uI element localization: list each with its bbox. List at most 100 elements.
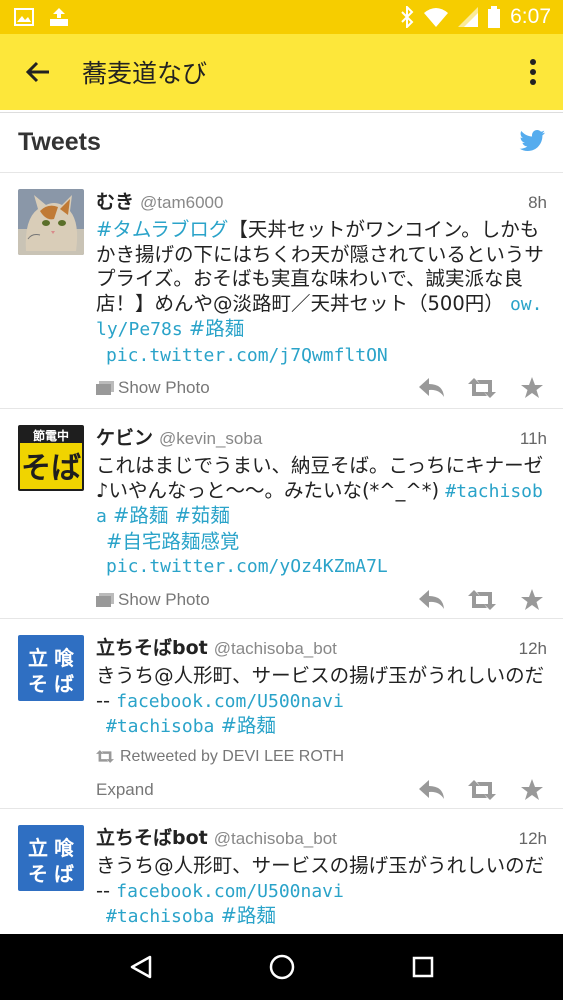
tweet-text: きうち@人形町、サービスの揚げ玉がうれしいのだ -- facebook.com/…	[96, 854, 547, 930]
tweet-item[interactable]: むき @tam6000 8h #タムラブログ【天丼セットがワンコイン。しかもかき…	[0, 173, 563, 409]
author-handle[interactable]: @tachisoba_bot	[214, 829, 337, 849]
recents-square-icon	[412, 956, 433, 978]
home-circle-icon	[269, 954, 294, 980]
tweet-time: 12h	[518, 829, 547, 848]
overflow-menu-button[interactable]	[503, 34, 563, 110]
photo-icon	[96, 592, 114, 607]
author-name[interactable]: 立ちそばbot	[96, 823, 208, 850]
photo-icon	[96, 381, 114, 395]
tweet-item[interactable]: 立 喰 そ ば 立ちそばbot @tachisoba_bot 12h きうち@人…	[0, 619, 563, 809]
url-link[interactable]: facebook.com/U500navi	[116, 881, 344, 902]
signal-icon	[458, 7, 479, 27]
reply-button[interactable]	[417, 587, 447, 613]
tweet-item[interactable]: 立 喰 そ ば 立ちそばbot @tachisoba_bot 12h きうち@人…	[0, 809, 563, 934]
card-header: Tweets	[0, 113, 563, 173]
tweets-card: Tweets むき @tam6000 8h #タムラブログ【天丼セットがワンコイ…	[0, 112, 563, 934]
avatar-char: そ	[28, 862, 48, 886]
avatar-tachisoba[interactable]: 立 喰 そ ば	[18, 635, 84, 701]
reply-button[interactable]	[417, 375, 447, 401]
retweet-icon	[468, 779, 496, 800]
author-name[interactable]: 立ちそばbot	[96, 633, 208, 660]
star-icon	[521, 377, 543, 398]
card-title: Tweets	[18, 128, 101, 156]
system-nav-bar	[0, 934, 563, 1000]
hashtag-link[interactable]: #自宅路麺感覚	[96, 530, 239, 553]
bluetooth-icon	[400, 6, 414, 28]
avatar-setsuden[interactable]: 節電中 そば	[18, 425, 84, 491]
hashtag-link[interactable]: #路麺	[113, 504, 168, 527]
tweet-text: #タムラブログ【天丼セットがワンコイン。しかもかき揚げの下にはちくわ天が隠されて…	[96, 218, 547, 368]
hashtag-link[interactable]: #路麺	[189, 317, 244, 340]
pic-link[interactable]: pic.twitter.com/yOz4KZmA7L	[96, 556, 388, 577]
avatar-char: 立	[28, 646, 48, 670]
twitter-bird-icon	[519, 129, 545, 156]
avatar-char: ば	[54, 672, 74, 696]
tweet-text: これはまじでうまい、納豆そば。こっちにキナーゼ♪いやんなっと〜〜。みたいな(*^…	[96, 454, 547, 580]
retweet-icon	[96, 750, 114, 763]
pic-link[interactable]: pic.twitter.com/j7QwmfltON	[96, 345, 388, 366]
author-handle[interactable]: @tam6000	[140, 193, 223, 213]
retweet-icon	[468, 378, 496, 398]
retweet-button[interactable]	[467, 777, 497, 803]
nav-home-button[interactable]	[252, 937, 312, 997]
author-name[interactable]: ケビン	[96, 423, 153, 450]
app-title: 蕎麦道なび	[82, 59, 208, 88]
star-icon	[521, 588, 543, 610]
author-handle[interactable]: @tachisoba_bot	[214, 639, 337, 659]
show-photo-label: Show Photo	[118, 589, 210, 609]
avatar-char: 喰	[54, 646, 75, 670]
favorite-button[interactable]	[517, 375, 547, 401]
avatar-cat[interactable]	[18, 189, 84, 255]
nav-recents-button[interactable]	[393, 937, 453, 997]
image-icon	[14, 8, 34, 26]
hashtag-link[interactable]: #tachisoba	[96, 716, 214, 737]
avatar-char: 喰	[54, 836, 75, 860]
overflow-menu-icon	[530, 59, 536, 85]
avatar-tachisoba[interactable]: 立 喰 そ ば	[18, 825, 84, 891]
wifi-icon	[424, 7, 449, 27]
data-saver-icon	[48, 7, 70, 27]
author-handle[interactable]: @kevin_soba	[159, 429, 262, 449]
expand-link[interactable]: Expand	[96, 780, 154, 800]
hashtag-link[interactable]: #路麺	[221, 904, 276, 927]
reply-button[interactable]	[417, 777, 447, 803]
avatar-text-bottom: そば	[21, 451, 81, 486]
tweet-time: 8h	[528, 193, 547, 212]
status-time: 6:07	[510, 5, 551, 28]
back-button[interactable]	[0, 34, 76, 110]
show-photo-link[interactable]: Show Photo	[96, 590, 210, 610]
back-triangle-icon	[130, 955, 151, 979]
favorite-button[interactable]	[517, 777, 547, 803]
tweet-time: 12h	[518, 639, 547, 658]
retweeted-by-label: Retweeted by DEVI LEE ROTH	[120, 747, 345, 765]
avatar-char: 立	[28, 836, 48, 860]
app-bar: 蕎麦道なび	[0, 34, 563, 110]
tweet-time: 11h	[519, 429, 547, 448]
tweet-text: きうち@人形町、サービスの揚げ玉がうれしいのだ -- facebook.com/…	[96, 664, 547, 740]
reply-icon	[419, 779, 444, 799]
retweet-icon	[468, 589, 496, 610]
retweeted-by: Retweeted by DEVI LEE ROTH	[96, 744, 547, 770]
hashtag-link[interactable]: #タムラブログ	[96, 218, 228, 241]
avatar-text-top: 節電中	[33, 428, 69, 443]
hashtag-link[interactable]: #茹麺	[175, 504, 230, 527]
avatar-char: ば	[54, 862, 74, 886]
retweet-button[interactable]	[467, 375, 497, 401]
reply-icon	[419, 589, 444, 609]
arrow-back-icon	[25, 61, 49, 83]
favorite-button[interactable]	[517, 587, 547, 613]
retweet-button[interactable]	[467, 587, 497, 613]
hashtag-link[interactable]: #路麺	[221, 714, 276, 737]
show-photo-label: Show Photo	[118, 378, 210, 397]
show-photo-link[interactable]: Show Photo	[96, 378, 210, 398]
reply-icon	[419, 378, 444, 397]
tweet-item[interactable]: 節電中 そば ケビン @kevin_soba 11h これはまじでうまい、納豆そ…	[0, 409, 563, 619]
star-icon	[521, 778, 543, 800]
avatar-char: そ	[28, 672, 48, 696]
status-bar: 6:07	[0, 0, 563, 34]
nav-back-button[interactable]	[111, 937, 171, 997]
author-name[interactable]: むき	[96, 187, 134, 214]
battery-icon	[488, 6, 501, 28]
hashtag-link[interactable]: #tachisoba	[96, 906, 214, 927]
url-link[interactable]: facebook.com/U500navi	[116, 691, 344, 712]
